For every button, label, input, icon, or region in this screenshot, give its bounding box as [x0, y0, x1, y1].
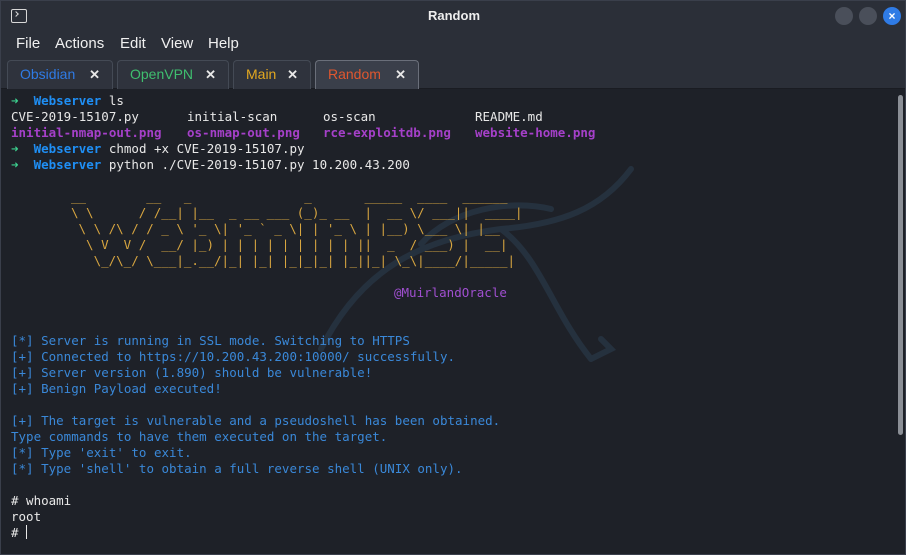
shell-command: # whoami [11, 493, 72, 508]
banner-line: \ \ /\ / / _ \ '_ \| '_ ` _ \| | '_ \ | … [71, 221, 500, 236]
command-text: chmod +x CVE-2019-15107.py [108, 141, 305, 156]
menu-bar: File Actions Edit View Help [1, 31, 905, 57]
tab-openvpn[interactable]: OpenVPN ✕ [117, 60, 229, 89]
tab-main[interactable]: Main ✕ [233, 60, 311, 89]
banner-line: \_/\_/ \___|_.__/|_| |_| |_|_|_| |_||_| … [71, 253, 516, 268]
terminal-output[interactable]: ➜ Webserver ls CVE-2019-15107.py initial-… [1, 89, 895, 554]
minimize-button[interactable] [835, 7, 853, 25]
tab-bar: Obsidian ✕ OpenVPN ✕ Main ✕ Random ✕ [1, 57, 905, 89]
output-line: [*] Type 'exit' to exit. [11, 445, 192, 460]
tab-label: Random [328, 66, 381, 82]
tab-random[interactable]: Random ✕ [315, 60, 419, 89]
tab-close-icon[interactable]: ✕ [89, 61, 100, 88]
command-text: python ./CVE-2019-15107.py 10.200.43.200 [108, 157, 410, 172]
ls-entry: os-nmap-out.png [187, 125, 300, 140]
output-line: Type commands to have them executed on t… [11, 429, 388, 444]
tab-label: Obsidian [20, 66, 76, 82]
shell-output: root [11, 509, 42, 524]
scrollbar[interactable] [895, 89, 905, 554]
menu-edit[interactable]: Edit [120, 35, 146, 52]
prompt-symbol: # [11, 525, 27, 540]
prompt-line: ➜ Webserver python ./CVE-2019-15107.py 1… [11, 157, 410, 173]
title-bar: Random × [1, 1, 905, 31]
scrollbar-thumb[interactable] [898, 95, 903, 435]
shell-prompt[interactable]: # [11, 525, 28, 541]
terminal-window: Random × File Actions Edit View Help Obs… [0, 0, 906, 555]
output-line: [+] Benign Payload executed! [11, 381, 222, 396]
window-title: Random [428, 8, 480, 23]
ls-entry: rce-exploitdb.png [323, 125, 451, 140]
output-line: [+] Connected to https://10.200.43.200:1… [11, 349, 456, 364]
banner-line: __ __ _ _ _____ ____ ______ [71, 189, 508, 204]
prompt-line: ➜ Webserver ls [11, 93, 124, 109]
ls-entry: os-scan [323, 109, 376, 124]
banner-line: \ \ / /__| |__ _ __ ___ (_)_ __ | __ \/ … [71, 205, 523, 220]
ls-entry: CVE-2019-15107.py [11, 109, 139, 124]
ls-entry: initial-nmap-out.png [11, 125, 162, 140]
tab-label: Main [246, 66, 277, 82]
maximize-button[interactable] [859, 7, 877, 25]
tab-close-icon[interactable]: ✕ [395, 61, 406, 88]
prompt-dir: Webserver [33, 93, 102, 108]
ls-entry: initial-scan [187, 109, 278, 124]
menu-help[interactable]: Help [208, 35, 239, 52]
menu-actions[interactable]: Actions [55, 35, 104, 52]
prompt-dir: Webserver [33, 157, 102, 172]
output-line: [+] The target is vulnerable and a pseud… [11, 413, 501, 428]
prompt-arrow: ➜ [11, 93, 19, 108]
tab-close-icon[interactable]: ✕ [205, 61, 216, 88]
output-line: [+] Server version (1.890) should be vul… [11, 365, 373, 380]
banner-line: \ V V / __/ |_) | | | | | | | | | || _ /… [71, 237, 508, 252]
text-cursor [26, 525, 28, 539]
output-line: [*] Server is running in SSL mode. Switc… [11, 333, 410, 348]
tab-obsidian[interactable]: Obsidian ✕ [7, 60, 113, 89]
prompt-arrow: ➜ [11, 157, 19, 172]
prompt-line: ➜ Webserver chmod +x CVE-2019-15107.py [11, 141, 305, 157]
ls-entry: website-home.png [475, 125, 596, 140]
output-line: [*] Type 'shell' to obtain a full revers… [11, 461, 463, 476]
tab-label: OpenVPN [130, 66, 194, 82]
author-handle: @MuirlandOracle [394, 285, 507, 300]
menu-view[interactable]: View [161, 35, 193, 52]
close-icon: × [888, 9, 896, 23]
ls-entry: README.md [475, 109, 543, 124]
tab-close-icon[interactable]: ✕ [287, 61, 298, 88]
command-text: ls [108, 93, 124, 108]
menu-file[interactable]: File [16, 35, 40, 52]
prompt-arrow: ➜ [11, 141, 19, 156]
close-button[interactable]: × [883, 7, 901, 25]
prompt-dir: Webserver [33, 141, 102, 156]
